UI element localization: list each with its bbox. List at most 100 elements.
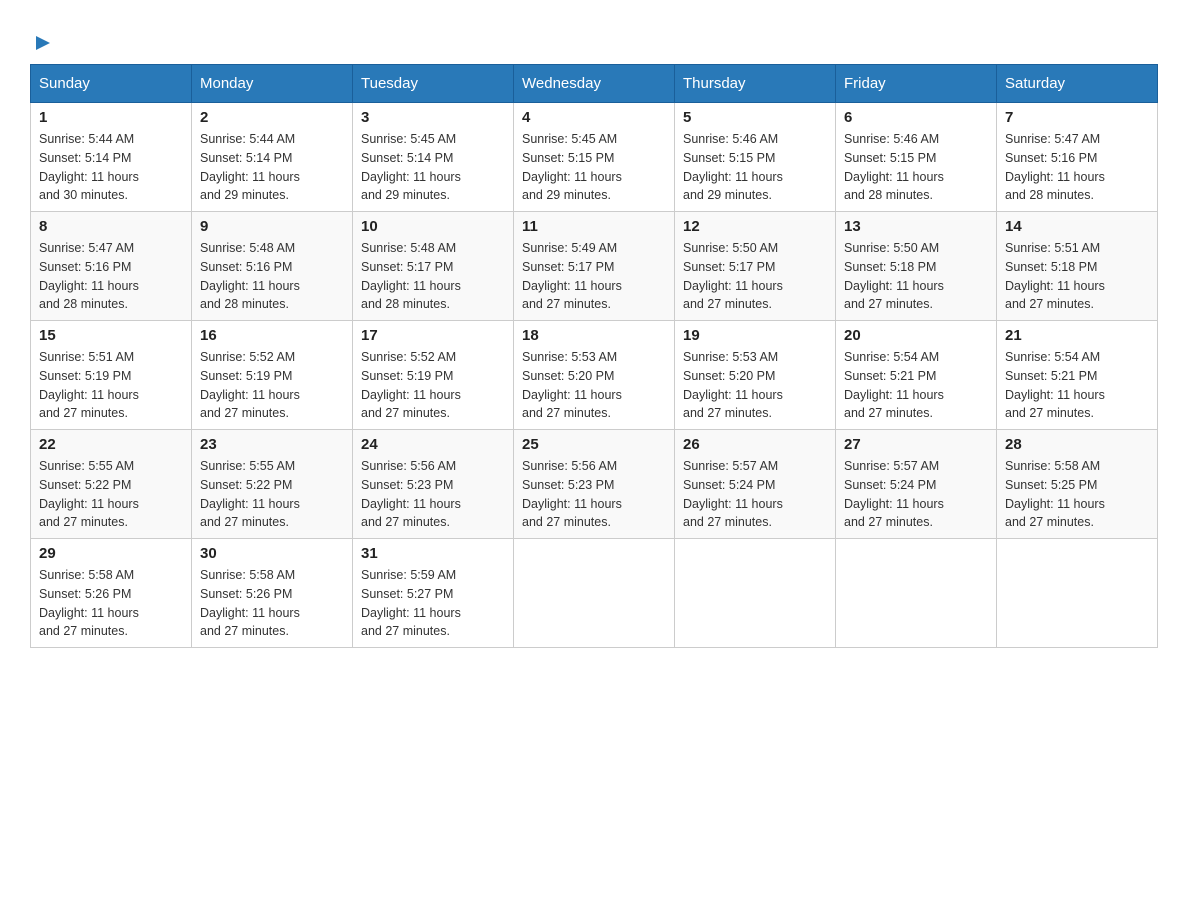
- day-info: Sunrise: 5:50 AM Sunset: 5:17 PM Dayligh…: [683, 239, 827, 314]
- day-number: 20: [844, 327, 988, 344]
- calendar-cell: 12 Sunrise: 5:50 AM Sunset: 5:17 PM Dayl…: [675, 212, 836, 321]
- day-info: Sunrise: 5:45 AM Sunset: 5:15 PM Dayligh…: [522, 130, 666, 205]
- day-of-week-header: Friday: [836, 65, 997, 103]
- day-number: 22: [39, 436, 183, 453]
- day-info: Sunrise: 5:53 AM Sunset: 5:20 PM Dayligh…: [522, 348, 666, 423]
- day-info: Sunrise: 5:57 AM Sunset: 5:24 PM Dayligh…: [683, 457, 827, 532]
- calendar-cell: 31 Sunrise: 5:59 AM Sunset: 5:27 PM Dayl…: [353, 539, 514, 648]
- calendar-cell: 1 Sunrise: 5:44 AM Sunset: 5:14 PM Dayli…: [31, 103, 192, 212]
- calendar-cell: [836, 539, 997, 648]
- day-number: 4: [522, 109, 666, 126]
- logo: [30, 30, 54, 54]
- day-info: Sunrise: 5:55 AM Sunset: 5:22 PM Dayligh…: [200, 457, 344, 532]
- calendar-cell: 4 Sunrise: 5:45 AM Sunset: 5:15 PM Dayli…: [514, 103, 675, 212]
- day-info: Sunrise: 5:58 AM Sunset: 5:26 PM Dayligh…: [200, 566, 344, 641]
- calendar-week-row: 8 Sunrise: 5:47 AM Sunset: 5:16 PM Dayli…: [31, 212, 1158, 321]
- day-info: Sunrise: 5:57 AM Sunset: 5:24 PM Dayligh…: [844, 457, 988, 532]
- day-info: Sunrise: 5:53 AM Sunset: 5:20 PM Dayligh…: [683, 348, 827, 423]
- day-number: 18: [522, 327, 666, 344]
- day-info: Sunrise: 5:58 AM Sunset: 5:25 PM Dayligh…: [1005, 457, 1149, 532]
- day-info: Sunrise: 5:51 AM Sunset: 5:18 PM Dayligh…: [1005, 239, 1149, 314]
- day-number: 13: [844, 218, 988, 235]
- day-of-week-header: Wednesday: [514, 65, 675, 103]
- day-number: 10: [361, 218, 505, 235]
- calendar-week-row: 29 Sunrise: 5:58 AM Sunset: 5:26 PM Dayl…: [31, 539, 1158, 648]
- calendar-cell: 25 Sunrise: 5:56 AM Sunset: 5:23 PM Dayl…: [514, 430, 675, 539]
- day-info: Sunrise: 5:52 AM Sunset: 5:19 PM Dayligh…: [361, 348, 505, 423]
- day-number: 30: [200, 545, 344, 562]
- calendar-cell: [675, 539, 836, 648]
- calendar-cell: 15 Sunrise: 5:51 AM Sunset: 5:19 PM Dayl…: [31, 321, 192, 430]
- day-number: 1: [39, 109, 183, 126]
- day-info: Sunrise: 5:49 AM Sunset: 5:17 PM Dayligh…: [522, 239, 666, 314]
- day-number: 5: [683, 109, 827, 126]
- calendar-cell: 22 Sunrise: 5:55 AM Sunset: 5:22 PM Dayl…: [31, 430, 192, 539]
- calendar-cell: 20 Sunrise: 5:54 AM Sunset: 5:21 PM Dayl…: [836, 321, 997, 430]
- day-number: 12: [683, 218, 827, 235]
- day-info: Sunrise: 5:54 AM Sunset: 5:21 PM Dayligh…: [1005, 348, 1149, 423]
- day-number: 8: [39, 218, 183, 235]
- day-number: 9: [200, 218, 344, 235]
- day-of-week-header: Saturday: [997, 65, 1158, 103]
- calendar-cell: 6 Sunrise: 5:46 AM Sunset: 5:15 PM Dayli…: [836, 103, 997, 212]
- day-info: Sunrise: 5:47 AM Sunset: 5:16 PM Dayligh…: [39, 239, 183, 314]
- day-info: Sunrise: 5:44 AM Sunset: 5:14 PM Dayligh…: [200, 130, 344, 205]
- day-info: Sunrise: 5:48 AM Sunset: 5:16 PM Dayligh…: [200, 239, 344, 314]
- calendar-cell: 11 Sunrise: 5:49 AM Sunset: 5:17 PM Dayl…: [514, 212, 675, 321]
- calendar-cell: 21 Sunrise: 5:54 AM Sunset: 5:21 PM Dayl…: [997, 321, 1158, 430]
- day-info: Sunrise: 5:46 AM Sunset: 5:15 PM Dayligh…: [844, 130, 988, 205]
- day-number: 21: [1005, 327, 1149, 344]
- calendar-cell: [997, 539, 1158, 648]
- calendar-cell: 18 Sunrise: 5:53 AM Sunset: 5:20 PM Dayl…: [514, 321, 675, 430]
- day-info: Sunrise: 5:50 AM Sunset: 5:18 PM Dayligh…: [844, 239, 988, 314]
- day-info: Sunrise: 5:51 AM Sunset: 5:19 PM Dayligh…: [39, 348, 183, 423]
- calendar-cell: 16 Sunrise: 5:52 AM Sunset: 5:19 PM Dayl…: [192, 321, 353, 430]
- day-info: Sunrise: 5:52 AM Sunset: 5:19 PM Dayligh…: [200, 348, 344, 423]
- calendar-cell: 28 Sunrise: 5:58 AM Sunset: 5:25 PM Dayl…: [997, 430, 1158, 539]
- day-info: Sunrise: 5:56 AM Sunset: 5:23 PM Dayligh…: [361, 457, 505, 532]
- day-info: Sunrise: 5:47 AM Sunset: 5:16 PM Dayligh…: [1005, 130, 1149, 205]
- day-number: 15: [39, 327, 183, 344]
- day-info: Sunrise: 5:45 AM Sunset: 5:14 PM Dayligh…: [361, 130, 505, 205]
- day-number: 14: [1005, 218, 1149, 235]
- day-number: 16: [200, 327, 344, 344]
- calendar-cell: 2 Sunrise: 5:44 AM Sunset: 5:14 PM Dayli…: [192, 103, 353, 212]
- day-number: 31: [361, 545, 505, 562]
- day-of-week-header: Thursday: [675, 65, 836, 103]
- day-info: Sunrise: 5:54 AM Sunset: 5:21 PM Dayligh…: [844, 348, 988, 423]
- calendar-cell: 23 Sunrise: 5:55 AM Sunset: 5:22 PM Dayl…: [192, 430, 353, 539]
- calendar-cell: 29 Sunrise: 5:58 AM Sunset: 5:26 PM Dayl…: [31, 539, 192, 648]
- day-info: Sunrise: 5:55 AM Sunset: 5:22 PM Dayligh…: [39, 457, 183, 532]
- calendar-cell: 9 Sunrise: 5:48 AM Sunset: 5:16 PM Dayli…: [192, 212, 353, 321]
- day-number: 24: [361, 436, 505, 453]
- calendar-cell: 5 Sunrise: 5:46 AM Sunset: 5:15 PM Dayli…: [675, 103, 836, 212]
- calendar-cell: 7 Sunrise: 5:47 AM Sunset: 5:16 PM Dayli…: [997, 103, 1158, 212]
- day-number: 2: [200, 109, 344, 126]
- day-info: Sunrise: 5:56 AM Sunset: 5:23 PM Dayligh…: [522, 457, 666, 532]
- logo-arrow-icon: [32, 32, 54, 54]
- calendar-week-row: 15 Sunrise: 5:51 AM Sunset: 5:19 PM Dayl…: [31, 321, 1158, 430]
- calendar-cell: 3 Sunrise: 5:45 AM Sunset: 5:14 PM Dayli…: [353, 103, 514, 212]
- day-info: Sunrise: 5:58 AM Sunset: 5:26 PM Dayligh…: [39, 566, 183, 641]
- day-number: 26: [683, 436, 827, 453]
- day-number: 27: [844, 436, 988, 453]
- calendar-cell: 14 Sunrise: 5:51 AM Sunset: 5:18 PM Dayl…: [997, 212, 1158, 321]
- day-info: Sunrise: 5:44 AM Sunset: 5:14 PM Dayligh…: [39, 130, 183, 205]
- calendar-cell: 27 Sunrise: 5:57 AM Sunset: 5:24 PM Dayl…: [836, 430, 997, 539]
- day-number: 11: [522, 218, 666, 235]
- calendar-week-row: 22 Sunrise: 5:55 AM Sunset: 5:22 PM Dayl…: [31, 430, 1158, 539]
- day-of-week-header: Tuesday: [353, 65, 514, 103]
- calendar-week-row: 1 Sunrise: 5:44 AM Sunset: 5:14 PM Dayli…: [31, 103, 1158, 212]
- day-number: 29: [39, 545, 183, 562]
- calendar-cell: 24 Sunrise: 5:56 AM Sunset: 5:23 PM Dayl…: [353, 430, 514, 539]
- day-number: 25: [522, 436, 666, 453]
- calendar-cell: 8 Sunrise: 5:47 AM Sunset: 5:16 PM Dayli…: [31, 212, 192, 321]
- calendar-cell: [514, 539, 675, 648]
- calendar-header-row: SundayMondayTuesdayWednesdayThursdayFrid…: [31, 65, 1158, 103]
- day-number: 23: [200, 436, 344, 453]
- calendar-cell: 26 Sunrise: 5:57 AM Sunset: 5:24 PM Dayl…: [675, 430, 836, 539]
- day-number: 3: [361, 109, 505, 126]
- calendar-cell: 30 Sunrise: 5:58 AM Sunset: 5:26 PM Dayl…: [192, 539, 353, 648]
- day-number: 17: [361, 327, 505, 344]
- day-info: Sunrise: 5:59 AM Sunset: 5:27 PM Dayligh…: [361, 566, 505, 641]
